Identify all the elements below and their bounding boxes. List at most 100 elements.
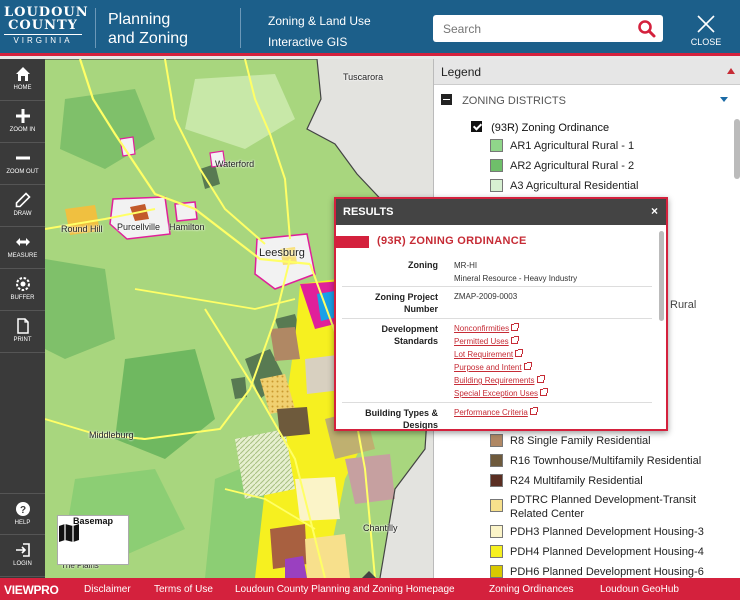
legend-item: AR2 Agricultural Rural - 2: [490, 159, 634, 173]
link-special-exception[interactable]: Special Exception Uses: [454, 387, 549, 400]
external-link-icon: [536, 375, 545, 383]
legend-item: R16 Townhouse/Multifamily Residential: [490, 454, 701, 468]
legend-item-label: PDH4 Planned Development Housing-4: [510, 546, 704, 558]
buffer-button[interactable]: BUFFER: [0, 269, 45, 311]
app-title: Planning and Zoning: [108, 10, 188, 48]
legend-title: Legend: [441, 65, 482, 79]
search-input[interactable]: [433, 15, 628, 42]
link-purpose-intent[interactable]: Purpose and Intent: [454, 361, 547, 374]
external-link-icon: [510, 336, 519, 344]
result-row-standards: Development Standards Nonconfirmities Pe…: [342, 319, 652, 403]
external-link-icon: [540, 388, 549, 396]
legend-item-label: PDH3 Planned Development Housing-3: [510, 526, 704, 538]
footer-tab-icon[interactable]: [362, 571, 376, 578]
legend-item: A3 Agricultural Residential: [490, 179, 638, 193]
tool-label: DRAW: [13, 211, 32, 217]
results-header: RESULTS ×: [336, 199, 666, 225]
tool-label: ZOOM IN: [9, 127, 36, 133]
legend-swatch: [490, 499, 503, 512]
external-link-icon: [529, 407, 538, 415]
app-subtitle-line2: Interactive GIS: [268, 35, 348, 49]
legend-item-label: R24 Multifamily Residential: [510, 475, 643, 487]
footer-link-homepage[interactable]: Loudoun County Planning and Zoning Homep…: [235, 584, 455, 595]
results-scrollbar[interactable]: [659, 231, 664, 321]
legend-swatch: [490, 474, 503, 487]
legend-swatch: [490, 159, 503, 172]
footer-link-terms[interactable]: Terms of Use: [154, 584, 213, 595]
legend-item: PDTRC Planned Development-Transit Relate…: [490, 493, 700, 521]
zoom-out-button[interactable]: ZOOM OUT: [0, 143, 45, 185]
legend-item-label: AR2 Agricultural Rural - 2: [510, 160, 635, 172]
map-place-label: Hamilton: [169, 222, 205, 232]
map-place-label: Chantilly: [363, 523, 398, 533]
section-label: ZONING DISTRICTS: [462, 95, 566, 107]
help-button[interactable]: ? HELP: [0, 493, 45, 535]
target-icon: [15, 277, 30, 291]
link-nonconfirmities[interactable]: Nonconfirmities: [454, 322, 547, 335]
link-lot-requirement[interactable]: Lot Requirement: [454, 348, 547, 361]
legend-swatch: [490, 525, 503, 538]
basemap-button[interactable]: Basemap: [57, 515, 129, 565]
zoning-description: Mineral Resource - Heavy Industry: [454, 274, 578, 283]
footer: VIEWPRO Disclaimer Terms of Use Loudoun …: [0, 571, 740, 600]
plus-icon: [15, 109, 30, 123]
legend-swatch: [490, 139, 503, 152]
collapse-minus-icon: [441, 94, 452, 105]
arrows-icon: [15, 238, 30, 246]
legend-item: PDH3 Planned Development Housing-3: [490, 525, 704, 539]
legend-item: PDH4 Planned Development Housing-4: [490, 545, 704, 559]
footer-link-geohub[interactable]: Loudoun GeoHub: [600, 584, 679, 595]
result-value: ZMAP-2009-0003: [454, 292, 518, 301]
search-icon[interactable]: [637, 19, 657, 39]
legend-item: R24 Multifamily Residential: [490, 474, 643, 488]
checkbox-checked-icon: [471, 121, 482, 132]
login-button[interactable]: LOGIN: [0, 535, 45, 577]
county-logo[interactable]: LOUDOUN COUNTY VIRGINIA: [4, 6, 88, 45]
map-place-label: Leesburg: [259, 247, 305, 259]
map-toolbar: HOME ZOOM IN ZOOM OUT DRAW MEASURE BUFFE…: [0, 59, 45, 578]
link-performance-criteria[interactable]: Performance Criteria: [454, 406, 538, 419]
header: LOUDOUN COUNTY VIRGINIA Planning and Zon…: [0, 0, 740, 56]
zoning-districts-toggle[interactable]: ZONING DISTRICTS: [441, 94, 566, 107]
results-body: (93R) ZONING ORDINANCE Zoning MR-HI Mine…: [336, 225, 666, 429]
map-place-label: Tuscarora: [343, 72, 384, 82]
app-subtitle: Zoning & Land Use Interactive GIS: [268, 11, 371, 53]
zoom-in-button[interactable]: ZOOM IN: [0, 101, 45, 143]
header-divider: [240, 8, 241, 48]
tool-label: LOGIN: [13, 561, 32, 567]
link-building-requirements[interactable]: Building Requirements: [454, 374, 547, 387]
question-icon: ?: [15, 502, 30, 516]
logo-line3: VIRGINIA: [4, 34, 82, 45]
app-title-line2: and Zoning: [108, 30, 189, 47]
legend-swatch: [490, 434, 503, 447]
footer-link-ordinances[interactable]: Zoning Ordinances: [489, 584, 574, 595]
close-button[interactable]: CLOSE: [688, 14, 724, 47]
legend-swatch: [490, 565, 503, 578]
svg-text:?: ?: [19, 505, 25, 516]
results-popup: RESULTS × (93R) ZONING ORDINANCE Zoning …: [334, 197, 668, 431]
print-button[interactable]: PRINT: [0, 311, 45, 353]
app-root: LOUDOUN COUNTY VIRGINIA Planning and Zon…: [0, 0, 740, 600]
close-label: CLOSE: [690, 37, 722, 47]
map-icon: [59, 524, 79, 542]
draw-button[interactable]: DRAW: [0, 185, 45, 227]
app-subtitle-line1: Zoning & Land Use: [268, 14, 371, 28]
home-button[interactable]: HOME: [0, 59, 45, 101]
tool-label: PRINT: [13, 337, 32, 343]
footer-link-disclaimer[interactable]: Disclaimer: [84, 584, 131, 595]
tool-label: HOME: [13, 85, 32, 91]
measure-button[interactable]: MEASURE: [0, 227, 45, 269]
link-permitted-uses[interactable]: Permitted Uses: [454, 335, 547, 348]
chevron-down-icon[interactable]: [720, 97, 728, 102]
home-icon: [15, 67, 30, 81]
results-close-button[interactable]: ×: [651, 204, 658, 218]
legend-header[interactable]: Legend: [434, 59, 740, 85]
viewpro-brand[interactable]: VIEWPRO: [4, 583, 59, 597]
result-key: Zoning: [408, 260, 438, 270]
zoning-code: MR-HI: [454, 261, 478, 270]
ordinance-checkbox[interactable]: (93R) Zoning Ordinance: [471, 121, 609, 134]
legend-scrollbar[interactable]: [734, 119, 740, 179]
result-row-project: Zoning Project Number ZMAP-2009-0003: [342, 287, 652, 319]
map-place-label: Waterford: [215, 159, 255, 169]
collapse-caret-icon[interactable]: [727, 68, 735, 74]
